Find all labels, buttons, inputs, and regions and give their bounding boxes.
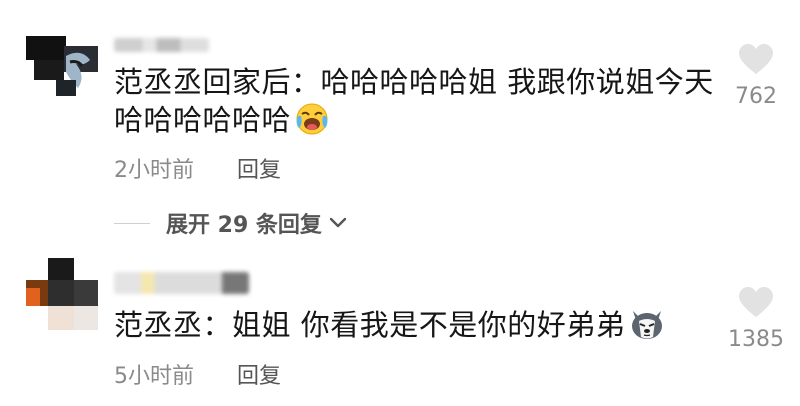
expand-divider-line [114, 222, 150, 224]
chevron-down-icon [329, 217, 347, 228]
comment-text: 范丞丞：姐姐 你看我是不是你的好弟弟 [114, 306, 734, 350]
username-obscured [114, 38, 209, 52]
comment-time: 2小时前 [114, 158, 194, 183]
laughing-crying-emoji [295, 102, 329, 145]
comment-text-line-2: 哈哈哈哈哈哈 [114, 101, 734, 145]
comment-item: 范丞丞：姐姐 你看我是不是你的好弟弟 5小时前 回复 1385 [0, 240, 800, 406]
username-obscured [114, 272, 249, 294]
comment-text-line-2-text: 哈哈哈哈哈哈 [114, 103, 292, 137]
heart-icon [739, 44, 773, 74]
comment-list: 范丞丞回家后：哈哈哈哈哈姐 我跟你说姐今天 哈哈哈哈哈哈 2小时前 回复 762… [0, 0, 800, 406]
avatar-image [26, 258, 98, 330]
comment-text: 范丞丞回家后：哈哈哈哈哈姐 我跟你说姐今天 哈哈哈哈哈哈 [114, 63, 734, 145]
like-count: 1385 [728, 327, 784, 352]
avatar[interactable] [26, 258, 98, 330]
heart-icon [739, 287, 773, 317]
comment-text-line-1: 范丞丞：姐姐 你看我是不是你的好弟弟 [114, 308, 626, 342]
husky-dog-emoji [629, 307, 665, 350]
expand-replies-button[interactable]: 展开 29 条回复 [114, 207, 348, 239]
reply-button[interactable]: 回复 [237, 358, 281, 390]
like-button[interactable]: 1385 [711, 287, 800, 352]
expand-replies-label: 展开 29 条回复 [166, 213, 322, 238]
comment-item: 范丞丞回家后：哈哈哈哈哈姐 我跟你说姐今天 哈哈哈哈哈哈 2小时前 回复 762… [0, 0, 800, 240]
reply-button[interactable]: 回复 [237, 152, 281, 184]
like-count: 762 [735, 84, 777, 109]
comment-time: 5小时前 [114, 364, 194, 389]
avatar[interactable] [26, 36, 98, 96]
like-button[interactable]: 762 [711, 44, 800, 109]
avatar-image [26, 36, 98, 96]
comment-text-line-1: 范丞丞回家后：哈哈哈哈哈姐 我跟你说姐今天 [114, 65, 714, 99]
